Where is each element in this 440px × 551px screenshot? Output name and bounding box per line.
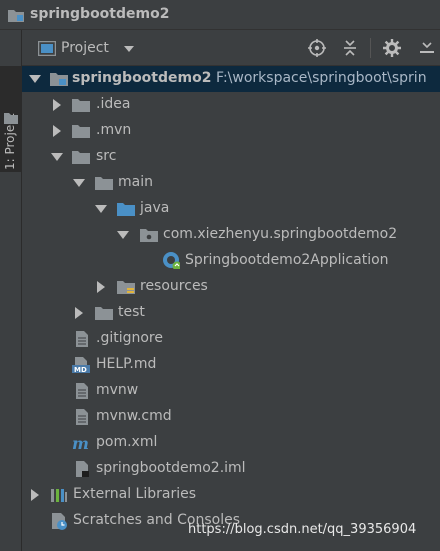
tree-row-main[interactable]: main bbox=[22, 170, 440, 196]
tree-path: F:\workspace\springboot\sprin bbox=[216, 70, 427, 86]
tree-row-application-class[interactable]: Springbootdemo2Application bbox=[22, 248, 440, 274]
project-icon bbox=[8, 10, 24, 22]
package-icon bbox=[140, 229, 158, 242]
tree-label: .gitignore bbox=[96, 330, 163, 346]
tree-label: mvnw bbox=[96, 382, 139, 398]
chevron-down-icon[interactable] bbox=[124, 46, 134, 52]
watermark: https://blog.csdn.net/qq_39356904 bbox=[188, 522, 417, 537]
tree-label: HELP.md bbox=[96, 356, 157, 372]
expanded-arrow-icon[interactable] bbox=[50, 150, 64, 164]
collapsed-arrow-icon[interactable] bbox=[72, 306, 86, 320]
markdown-file-icon: MD bbox=[72, 357, 90, 374]
maven-icon: m bbox=[72, 434, 89, 452]
resources-folder-icon bbox=[117, 281, 135, 294]
collapsed-arrow-icon[interactable] bbox=[50, 98, 64, 112]
panel-header: Project bbox=[22, 30, 440, 66]
scratches-icon bbox=[52, 513, 67, 530]
panel-title[interactable]: Project bbox=[61, 40, 109, 56]
expanded-arrow-icon[interactable] bbox=[94, 202, 108, 216]
tree-label: resources bbox=[140, 278, 208, 294]
collapse-icon[interactable] bbox=[342, 39, 358, 57]
tree-label: springbootdemo2 bbox=[72, 70, 212, 86]
tree-label: src bbox=[96, 148, 117, 164]
tree-label: External Libraries bbox=[73, 486, 196, 502]
tree-row-root[interactable]: springbootdemo2 F:\workspace\springboot\… bbox=[22, 66, 440, 92]
tree-row-idea[interactable]: .idea bbox=[22, 92, 440, 118]
module-folder-icon bbox=[50, 73, 68, 86]
text-file-icon bbox=[76, 409, 88, 425]
iml-file-icon bbox=[76, 461, 89, 477]
text-file-icon bbox=[76, 383, 88, 399]
title-bar: springbootdemo2 bbox=[0, 0, 440, 30]
tree-row-help-md[interactable]: MD HELP.md bbox=[22, 352, 440, 378]
expanded-arrow-icon[interactable] bbox=[72, 176, 86, 190]
libraries-icon bbox=[51, 489, 67, 502]
tree-label: mvnw.cmd bbox=[96, 408, 172, 424]
tree-label: java bbox=[140, 200, 170, 216]
tree-row-external-libraries[interactable]: External Libraries bbox=[22, 482, 440, 508]
svg-text:m: m bbox=[72, 434, 89, 452]
tree-row-mvnw[interactable]: mvnw bbox=[22, 378, 440, 404]
svg-text:MD: MD bbox=[74, 366, 87, 374]
tree-row-java[interactable]: java bbox=[22, 196, 440, 222]
tree-label: test bbox=[118, 304, 145, 320]
folder-icon bbox=[72, 125, 90, 138]
folder-icon bbox=[4, 113, 18, 124]
tree-row-pom-xml[interactable]: m pom.xml bbox=[22, 430, 440, 456]
expanded-arrow-icon[interactable] bbox=[28, 72, 42, 86]
project-view-icon bbox=[38, 41, 56, 56]
folder-icon bbox=[95, 177, 113, 190]
tree-row-package[interactable]: com.xiezhenyu.springbootdemo2 bbox=[22, 222, 440, 248]
tree-row-test[interactable]: test bbox=[22, 300, 440, 326]
tree-label: Springbootdemo2Application bbox=[185, 252, 389, 268]
tree-row-mvnw-cmd[interactable]: mvnw.cmd bbox=[22, 404, 440, 430]
tree-row-resources[interactable]: resources bbox=[22, 274, 440, 300]
tree-label: springbootdemo2.iml bbox=[96, 460, 246, 476]
tree-label: .mvn bbox=[96, 122, 132, 138]
window-title: springbootdemo2 bbox=[30, 6, 170, 22]
tree-row-iml[interactable]: springbootdemo2.iml bbox=[22, 456, 440, 482]
tree-label: .idea bbox=[96, 96, 131, 112]
tree-label: main bbox=[118, 174, 153, 190]
project-panel: Project springbootdemo2 F:\workspace\spr… bbox=[22, 30, 440, 551]
source-folder-icon bbox=[117, 203, 135, 216]
tool-window-strip: 1: Project bbox=[0, 30, 22, 551]
folder-icon bbox=[72, 99, 90, 112]
folder-icon bbox=[95, 307, 113, 320]
text-file-icon bbox=[76, 331, 88, 347]
collapsed-arrow-icon[interactable] bbox=[94, 280, 108, 294]
hide-icon[interactable] bbox=[420, 42, 434, 54]
target-icon[interactable] bbox=[308, 39, 326, 57]
gear-icon[interactable] bbox=[383, 39, 401, 57]
expanded-arrow-icon[interactable] bbox=[116, 228, 130, 242]
collapsed-arrow-icon[interactable] bbox=[50, 124, 64, 138]
collapsed-arrow-icon[interactable] bbox=[28, 488, 42, 502]
folder-icon bbox=[72, 151, 90, 164]
tree-row-mvn[interactable]: .mvn bbox=[22, 118, 440, 144]
tree-label: com.xiezhenyu.springbootdemo2 bbox=[163, 226, 398, 242]
tree-row-gitignore[interactable]: .gitignore bbox=[22, 326, 440, 352]
spring-boot-class-icon bbox=[163, 252, 180, 269]
tree-label: pom.xml bbox=[96, 434, 158, 450]
tree-row-src[interactable]: src bbox=[22, 144, 440, 170]
